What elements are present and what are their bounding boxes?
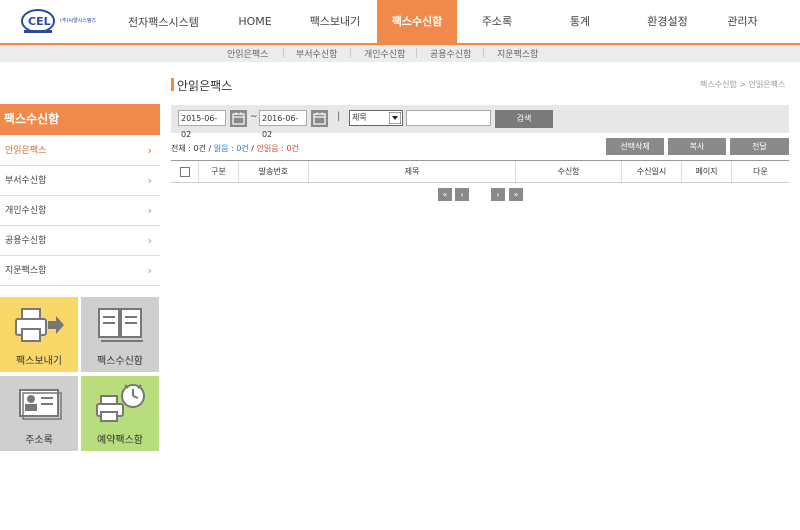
last-page-button[interactable]: » <box>509 188 523 201</box>
column-type[interactable]: 구분 <box>198 161 238 182</box>
tile-label: 주소록 <box>25 435 53 446</box>
subnav-dept-inbox[interactable]: 부서수신함 <box>296 47 337 60</box>
tile-fax-inbox[interactable]: 팩스수신함 <box>81 297 159 372</box>
first-page-button[interactable]: « <box>438 188 452 201</box>
fax-send-icon <box>15 308 64 342</box>
column-inbox[interactable]: 수신함 <box>515 161 621 182</box>
column-subject[interactable]: 제목 <box>308 161 515 182</box>
sidebar-item-deleted-fax[interactable]: 지운팩스함 › <box>0 256 160 286</box>
prev-page-button[interactable]: ‹ <box>455 188 469 201</box>
company-logo[interactable]: CEL (주)씨엘시스템즈 <box>20 7 110 35</box>
svg-text:CEL: CEL <box>28 15 51 28</box>
tile-label: 예약팩스함 <box>97 435 143 446</box>
nav-settings[interactable]: 환경설정 <box>625 0 710 43</box>
sidebar-title: 팩스수신함 <box>0 104 160 135</box>
subnav-shared-inbox[interactable]: 공용수신함 <box>430 47 471 60</box>
total-count: 전체 : 0건 <box>171 144 206 153</box>
search-divider: | <box>337 111 341 122</box>
nav-send-fax[interactable]: 팩스보내기 <box>295 0 375 43</box>
sidebar-item-label: 공용수신함 <box>5 236 47 246</box>
brand-title: 전자팩스시스템 <box>128 16 199 29</box>
nav-address-book[interactable]: 주소록 <box>457 0 537 43</box>
chevron-right-icon: › <box>147 204 152 217</box>
search-input[interactable] <box>406 110 491 126</box>
nav-admin[interactable]: 관리자 <box>710 0 775 43</box>
subnav-unread-fax[interactable]: 안읽은팩스 <box>227 47 268 60</box>
sidebar-item-dept-inbox[interactable]: 부서수신함 › <box>0 166 160 196</box>
end-date-calendar-button[interactable] <box>311 110 328 127</box>
subnav-divider <box>416 48 417 58</box>
sidebar-item-label: 개인수신함 <box>5 206 47 216</box>
chevron-right-icon: › <box>147 234 152 247</box>
sidebar-item-label: 부서수신함 <box>5 176 47 186</box>
chevron-right-icon: › <box>147 174 152 187</box>
unread-count: 안읽음 : 0건 <box>256 144 299 153</box>
documents-icon <box>98 308 143 342</box>
subnav-divider <box>350 48 351 58</box>
copy-button[interactable]: 복사 <box>668 138 726 155</box>
page-title: 안읽은팩스 <box>177 79 233 93</box>
column-pages[interactable]: 페이지 <box>681 161 731 182</box>
subnav-personal-inbox[interactable]: 개인수신함 <box>364 47 405 60</box>
nav-fax-inbox[interactable]: 팩스수신함 <box>377 0 457 43</box>
subnav-divider <box>483 48 484 58</box>
select-all-checkbox[interactable] <box>180 167 190 177</box>
start-date-input[interactable]: 2015-06-02 <box>178 110 226 139</box>
calendar-icon <box>313 112 326 125</box>
date-range-separator: ~ <box>250 112 258 122</box>
chevron-right-icon: › <box>147 144 152 157</box>
tile-label: 팩스보내기 <box>16 356 62 367</box>
chevron-right-icon: › <box>147 264 152 277</box>
select-value: 제목 <box>352 113 367 122</box>
forward-button[interactable]: 전달 <box>730 138 789 155</box>
end-date-input[interactable]: 2016-06-02 <box>259 110 307 139</box>
select-all-cell <box>171 161 198 182</box>
read-count: 읽음 : 0건 <box>213 144 249 153</box>
sidebar-item-shared-inbox[interactable]: 공용수신함 › <box>0 226 160 256</box>
fax-count-summary: 전체 : 0건 / 읽음 : 0건 / 안읽음 : 0건 <box>171 143 299 154</box>
column-download[interactable]: 다운 <box>731 161 789 182</box>
sidebar-item-unread-fax[interactable]: 안읽은팩스 › <box>0 136 160 166</box>
tile-scheduled-fax[interactable]: 예약팩스함 <box>81 376 159 451</box>
chevron-down-icon <box>389 112 401 124</box>
tile-label: 팩스수신함 <box>97 356 143 367</box>
subnav-divider <box>283 48 284 58</box>
tile-send-fax[interactable]: 팩스보내기 <box>0 297 78 372</box>
sidebar-item-personal-inbox[interactable]: 개인수신함 › <box>0 196 160 226</box>
fax-clock-icon <box>96 384 145 422</box>
column-received-time[interactable]: 수신일시 <box>621 161 681 182</box>
subnav-deleted-fax[interactable]: 지운팩스함 <box>497 47 538 60</box>
page-title-accent <box>171 78 174 91</box>
tile-address-book[interactable]: 주소록 <box>0 376 78 451</box>
next-page-button[interactable]: › <box>491 188 505 201</box>
logo-text: (주)씨엘시스템즈 <box>60 18 97 24</box>
search-field-select[interactable]: 제목 <box>349 110 403 126</box>
calendar-icon <box>232 112 245 125</box>
column-send-number[interactable]: 발송번호 <box>238 161 308 182</box>
nav-home[interactable]: HOME <box>215 0 295 43</box>
fax-table-header: 구분 발송번호 제목 수신함 수신일시 페이지 다운 <box>171 160 789 183</box>
delete-selected-button[interactable]: 선택삭제 <box>606 138 664 155</box>
contact-card-icon <box>19 389 62 420</box>
count-separator: / <box>205 144 214 153</box>
sidebar-item-label: 안읽은팩스 <box>5 146 47 156</box>
start-date-calendar-button[interactable] <box>230 110 247 127</box>
sidebar-item-label: 지운팩스함 <box>5 266 47 276</box>
nav-statistics[interactable]: 통계 <box>540 0 620 43</box>
search-button[interactable]: 검색 <box>495 110 553 128</box>
breadcrumb: 팩스수신함 > 안읽은팩스 <box>700 80 786 89</box>
